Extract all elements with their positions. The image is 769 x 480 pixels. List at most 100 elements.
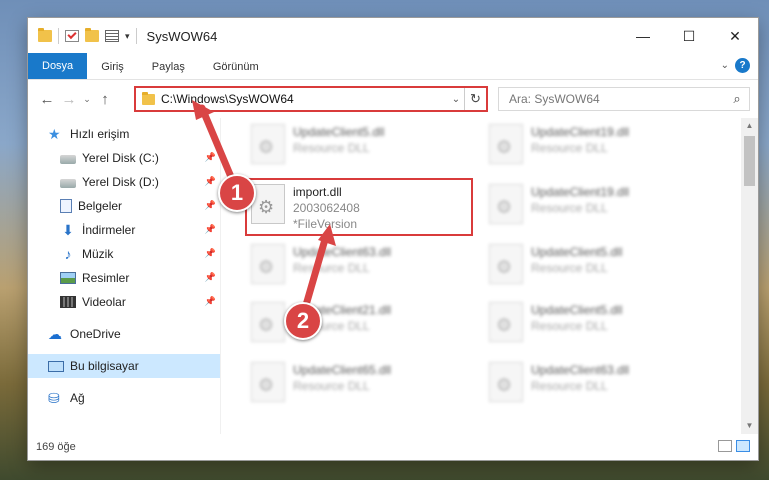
file-name: UpdateClient19.dll [531, 125, 630, 139]
file-item[interactable]: UpdateClient63.dll Resource DLL [249, 240, 469, 290]
folder-icon [142, 91, 155, 105]
star-icon: ★ [48, 126, 61, 142]
videos-icon [60, 296, 76, 308]
expand-ribbon-chevron-icon[interactable]: ⌄ [721, 60, 729, 71]
pin-icon: 📌 [204, 176, 216, 186]
customize-toolbar-dropdown-icon[interactable]: ▾ [125, 31, 130, 42]
address-path[interactable]: C:\Windows\SysWOW64 [161, 92, 448, 106]
item-count: 169 öğe [36, 441, 76, 453]
large-icons-view-icon[interactable] [736, 440, 750, 452]
disk-icon [60, 179, 76, 188]
file-description: Resource DLL [531, 261, 608, 275]
tab-share[interactable]: Paylaş [138, 55, 199, 79]
sidebar-item-onedrive[interactable]: ☁ OneDrive [28, 322, 220, 346]
sidebar-item-label: Yerel Disk (D:) [82, 175, 159, 189]
file-list: UpdateClient5.dll Resource DLL UpdateClie… [221, 118, 758, 434]
refresh-button[interactable]: ↻ [464, 88, 486, 110]
properties-list-icon[interactable] [105, 30, 119, 42]
network-icon: ⛁ [48, 390, 60, 406]
music-icon: ♪ [64, 246, 72, 262]
vertical-scrollbar[interactable]: ▲ ▼ [741, 118, 758, 434]
scroll-down-arrow-icon[interactable]: ▼ [741, 418, 758, 434]
file-name: UpdateClient5.dll [531, 245, 623, 259]
address-dropdown-chevron-icon[interactable]: ⌄ [448, 94, 464, 105]
recent-locations-dropdown[interactable]: ⌄ [80, 94, 94, 105]
address-bar[interactable]: C:\Windows\SysWOW64 ⌄ ↻ [134, 86, 488, 112]
details-view-icon[interactable] [718, 440, 732, 452]
file-name: UpdateClient63.dll [293, 245, 392, 259]
minimize-button[interactable]: — [620, 18, 666, 54]
search-box[interactable]: Ara: SysWOW64 ⌕ [498, 87, 750, 111]
view-toggle [718, 440, 750, 452]
file-description: Resource DLL [531, 319, 608, 333]
sidebar-item-this-pc[interactable]: Bu bilgisayar [28, 354, 220, 378]
dll-file-icon [489, 124, 523, 164]
file-name: UpdateClient5.dll [531, 303, 623, 317]
tab-file[interactable]: Dosya [28, 53, 88, 79]
file-name: UpdateClient63.dll [531, 363, 630, 377]
step-1-badge: 1 [218, 174, 256, 212]
help-icon[interactable]: ? [735, 58, 750, 73]
file-item[interactable]: UpdateClient5.dll Resource DLL [487, 298, 707, 348]
tab-view[interactable]: Görünüm [199, 55, 273, 79]
sidebar-item-network[interactable]: ⛁ Ağ [28, 386, 220, 410]
properties-check-icon[interactable] [65, 30, 79, 42]
navigation-pane: ★ Hızlı erişim Yerel Disk (C:) 📌 Yerel D… [28, 118, 221, 434]
document-icon [60, 199, 72, 213]
up-button[interactable]: ↑ [94, 91, 116, 108]
file-description: Resource DLL [293, 141, 370, 155]
sidebar-item-label: Resimler [82, 271, 130, 285]
sidebar-item-label: Yerel Disk (C:) [82, 151, 159, 165]
sidebar-item-music[interactable]: ♪ Müzik 📌 [28, 242, 220, 266]
file-item[interactable]: UpdateClient5.dll Resource DLL [249, 120, 469, 170]
sidebar-item-local-disk-c[interactable]: Yerel Disk (C:) 📌 [28, 146, 220, 170]
cloud-icon: ☁ [48, 326, 62, 342]
file-item[interactable]: UpdateClient19.dll Resource DLL [487, 120, 707, 170]
highlight-box-import-dll [245, 178, 473, 236]
pin-icon: 📌 [204, 272, 216, 282]
main-area: ★ Hızlı erişim Yerel Disk (C:) 📌 Yerel D… [28, 118, 758, 434]
file-description: Resource DLL [531, 379, 608, 393]
quick-access-toolbar: ▾ [28, 28, 137, 44]
file-item[interactable]: UpdateClient5.dll Resource DLL [487, 240, 707, 290]
file-item[interactable]: UpdateClient21.dllResource DLL [249, 298, 469, 348]
sidebar-item-label: Bu bilgisayar [70, 359, 139, 373]
pin-icon: 📌 [204, 152, 216, 162]
sidebar-item-documents[interactable]: Belgeler 📌 [28, 194, 220, 218]
file-item[interactable]: UpdateClient65.dll Resource DLL [249, 358, 469, 408]
file-name: UpdateClient65.dll [293, 363, 392, 377]
toolbar-separator [58, 28, 59, 44]
ribbon-right-controls: ⌄ ? [721, 58, 750, 73]
sidebar-item-label: Hızlı erişim [70, 127, 130, 141]
sidebar-item-local-disk-d[interactable]: Yerel Disk (D:) 📌 [28, 170, 220, 194]
pin-icon: 📌 [204, 224, 216, 234]
file-item[interactable]: UpdateClient63.dll Resource DLL [487, 358, 707, 408]
close-button[interactable]: ✕ [712, 18, 758, 54]
window-controls: — ☐ ✕ [620, 18, 758, 54]
pin-icon: 📌 [204, 296, 216, 306]
maximize-button[interactable]: ☐ [666, 18, 712, 54]
sidebar-item-quick-access[interactable]: ★ Hızlı erişim [28, 122, 220, 146]
file-name: UpdateClient5.dll [293, 125, 385, 139]
scroll-up-arrow-icon[interactable]: ▲ [741, 118, 758, 134]
sidebar-item-label: Belgeler [78, 199, 123, 213]
back-button[interactable]: ← [36, 91, 58, 108]
new-folder-icon[interactable] [85, 28, 99, 42]
sidebar-item-videos[interactable]: Videolar 📌 [28, 290, 220, 314]
sidebar-item-downloads[interactable]: ⬇ İndirmeler 📌 [28, 218, 220, 242]
file-item[interactable]: UpdateClient19.dll Resource DLL [487, 180, 707, 230]
search-input[interactable]: Ara: SysWOW64 [509, 92, 725, 106]
scrollbar-thumb[interactable] [744, 136, 755, 186]
sidebar-item-label: Videolar [82, 295, 126, 309]
sidebar-item-pictures[interactable]: Resimler 📌 [28, 266, 220, 290]
tab-home[interactable]: Giriş [87, 55, 138, 79]
file-explorer-window: ▾ SysWOW64 — ☐ ✕ Dosya Giriş Paylaş Görü… [28, 18, 758, 460]
folder-icon [38, 28, 52, 42]
file-description: Resource DLL [293, 261, 370, 275]
forward-button[interactable]: → [58, 91, 80, 108]
pin-icon: 📌 [204, 200, 216, 210]
search-icon[interactable]: ⌕ [725, 91, 749, 107]
sidebar-item-label: Müzik [82, 247, 114, 261]
download-icon: ⬇ [62, 222, 74, 238]
sidebar-item-label: OneDrive [70, 327, 121, 341]
